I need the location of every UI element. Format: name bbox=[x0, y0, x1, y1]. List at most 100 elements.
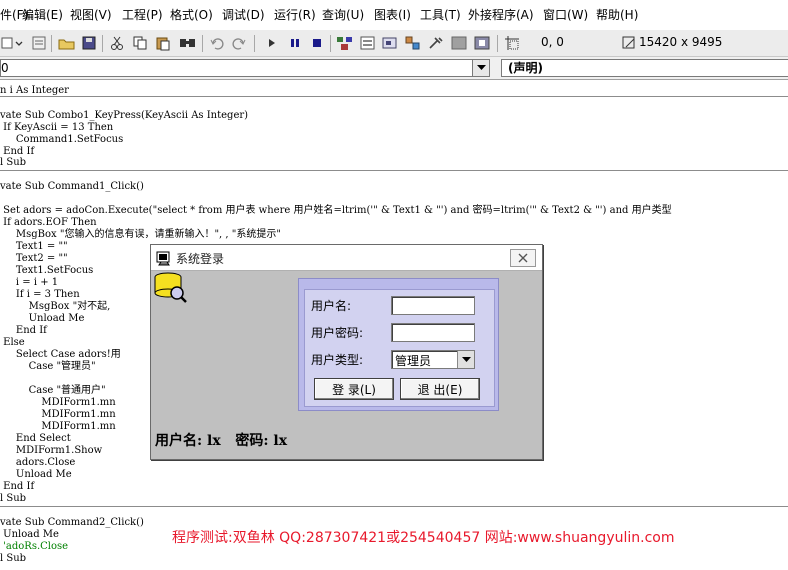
position-icon bbox=[503, 33, 521, 53]
code-line: l Sub bbox=[0, 493, 27, 504]
object-combo[interactable]: 0 bbox=[0, 59, 490, 77]
code-line: End Select bbox=[0, 433, 71, 444]
code-line: MsgBox "您输入的信息有误，请重新输入！", , "系统提示" bbox=[0, 229, 281, 240]
project-explorer-icon[interactable] bbox=[335, 33, 355, 53]
code-line: Select Case adors!用 bbox=[0, 349, 121, 360]
code-line: MDIForm1.mn bbox=[0, 397, 116, 408]
code-line: If adors.EOF Then bbox=[0, 217, 97, 228]
menu-bar: 件(F) 编辑(E) 视图(V) 工程(P) 格式(O) 调试(D) 运行(R)… bbox=[0, 0, 788, 31]
menu-run[interactable]: 运行(R) bbox=[274, 6, 316, 23]
code-line: Case "管理员" bbox=[0, 361, 96, 372]
menu-project[interactable]: 工程(P) bbox=[122, 6, 163, 23]
toolbar-separator bbox=[202, 35, 203, 52]
redo-icon[interactable] bbox=[230, 33, 248, 53]
login-form: 用户名: 用户密码: 用户类型: 管理员 登 录(L) 退 出(E) bbox=[304, 289, 495, 407]
procedure-combo-value: (声明) bbox=[508, 61, 543, 75]
code-line: MDIForm1.mn bbox=[0, 409, 116, 420]
form-layout-icon[interactable] bbox=[380, 33, 400, 53]
toolbar-separator bbox=[497, 35, 498, 52]
menu-addins[interactable]: 外接程序(A) bbox=[468, 6, 534, 23]
code-line: Text2 = "" bbox=[0, 253, 68, 264]
open-project-icon[interactable] bbox=[57, 33, 77, 53]
login-button[interactable]: 登 录(L) bbox=[314, 378, 394, 400]
usertype-value: 管理员 bbox=[395, 354, 432, 368]
code-line: MDIForm1.Show bbox=[0, 445, 103, 456]
component-manager-icon[interactable] bbox=[472, 33, 492, 53]
code-line: i = i + 1 bbox=[0, 277, 59, 288]
menu-query[interactable]: 查询(U) bbox=[322, 6, 364, 23]
break-icon[interactable] bbox=[287, 33, 303, 53]
code-line: If KeyAscii = 13 Then bbox=[0, 122, 114, 133]
find-icon[interactable] bbox=[178, 33, 198, 53]
usertype-select[interactable]: 管理员 bbox=[391, 350, 475, 369]
code-line: Unload Me bbox=[0, 469, 72, 480]
code-line: Command1.SetFocus bbox=[0, 134, 124, 145]
toolbox-icon[interactable] bbox=[426, 33, 446, 53]
dialog-titlebar[interactable]: 系统登录 bbox=[151, 245, 542, 271]
code-line: Unload Me bbox=[0, 529, 59, 540]
exit-button[interactable]: 退 出(E) bbox=[400, 378, 480, 400]
start-icon[interactable] bbox=[264, 33, 280, 53]
code-line: If i = 3 Then bbox=[0, 289, 80, 300]
code-line: l Sub bbox=[0, 157, 27, 168]
menu-format[interactable]: 格式(O) bbox=[170, 6, 213, 23]
app-icon bbox=[155, 249, 173, 270]
username-input[interactable] bbox=[391, 296, 475, 315]
database-search-icon bbox=[153, 271, 189, 311]
toolbar-separator bbox=[102, 35, 103, 52]
code-line: MDIForm1.mn bbox=[0, 421, 116, 432]
menu-edit[interactable]: 编辑(E) bbox=[22, 6, 63, 23]
password-label: 用户密码: bbox=[311, 326, 364, 340]
code-line: vate Sub Combo1_KeyPress(KeyAscii As Int… bbox=[0, 110, 249, 121]
add-form-icon[interactable] bbox=[0, 33, 26, 53]
code-line: Unload Me bbox=[0, 313, 85, 324]
dialog-title: 系统登录 bbox=[176, 252, 225, 266]
undo-icon[interactable] bbox=[208, 33, 226, 53]
cut-icon[interactable] bbox=[108, 33, 126, 53]
properties-window-icon[interactable] bbox=[358, 33, 378, 53]
standard-toolbar: 0, 0 15420 x 9495 bbox=[0, 30, 788, 57]
object-combo-value: 0 bbox=[1, 61, 9, 75]
login-panel: 用户名: 用户密码: 用户类型: 管理员 登 录(L) 退 出(E) bbox=[298, 278, 499, 411]
toolbar-separator bbox=[330, 35, 331, 52]
dialog-body: 用户名: 用户密码: 用户类型: 管理员 登 录(L) 退 出(E) 用户名: … bbox=[151, 271, 542, 459]
username-label: 用户名: bbox=[311, 299, 352, 313]
copy-icon[interactable] bbox=[131, 33, 149, 53]
code-line: End If bbox=[0, 325, 47, 336]
size-icon bbox=[620, 33, 638, 53]
code-line: l Sub bbox=[0, 553, 27, 564]
data-view-icon[interactable] bbox=[449, 33, 469, 53]
menu-tools[interactable]: 工具(T) bbox=[420, 6, 461, 23]
procedure-divider bbox=[0, 506, 788, 507]
code-line: Set adors = adoCon.Execute("select * fro… bbox=[0, 205, 672, 216]
code-line: End If bbox=[0, 481, 35, 492]
position-readout: 0, 0 bbox=[541, 35, 564, 49]
menu-help[interactable]: 帮助(H) bbox=[596, 6, 638, 23]
menu-view[interactable]: 视图(V) bbox=[70, 6, 112, 23]
close-icon bbox=[518, 253, 528, 263]
menu-editor-icon[interactable] bbox=[30, 33, 48, 53]
code-line: vate Sub Command1_Click() bbox=[0, 181, 144, 192]
procedure-divider bbox=[0, 96, 788, 97]
menu-window[interactable]: 窗口(W) bbox=[543, 6, 588, 23]
usertype-label: 用户类型: bbox=[311, 353, 364, 367]
code-line: vate Sub Command2_Click() bbox=[0, 517, 144, 528]
chevron-down-icon[interactable] bbox=[472, 60, 489, 76]
object-browser-icon[interactable] bbox=[403, 33, 423, 53]
login-dialog: 系统登录 用户名: 用户密码: 用户类型: 管理员 登 录(L) 退 出(E) … bbox=[150, 244, 543, 460]
menu-debug[interactable]: 调试(D) bbox=[222, 6, 265, 23]
chevron-down-icon[interactable] bbox=[457, 351, 474, 368]
paste-icon[interactable] bbox=[154, 33, 172, 53]
close-button[interactable] bbox=[510, 249, 536, 267]
code-comment-line: 'adoRs.Close bbox=[0, 541, 69, 552]
password-input[interactable] bbox=[391, 323, 475, 342]
menu-diagram[interactable]: 图表(I) bbox=[374, 6, 411, 23]
procedure-combo[interactable]: (声明) bbox=[501, 59, 788, 77]
code-line: Case "普通用户" bbox=[0, 385, 106, 396]
toolbar-separator bbox=[51, 35, 52, 52]
size-readout: 15420 x 9495 bbox=[639, 35, 723, 49]
end-icon[interactable] bbox=[309, 33, 325, 53]
code-line: Text1.SetFocus bbox=[0, 265, 94, 276]
login-status-text: 用户名: lx 密码: lx bbox=[155, 433, 288, 449]
save-icon[interactable] bbox=[80, 33, 98, 53]
